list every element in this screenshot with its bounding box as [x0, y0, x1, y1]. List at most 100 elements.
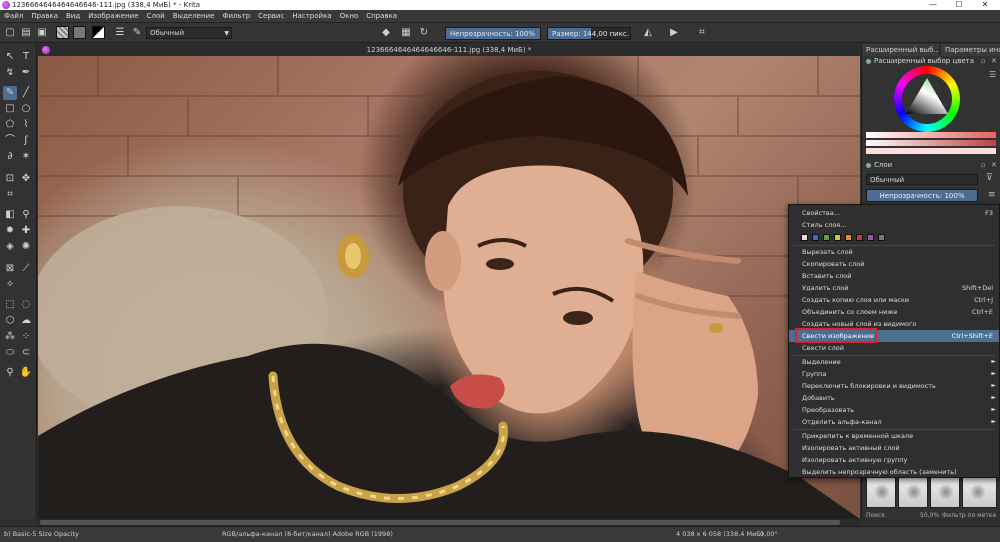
colorize-mask-tool-icon[interactable]: ✸ — [3, 224, 17, 238]
menu-item-duplicate-layer[interactable]: Создать копию слоя или маски Ctrl+J — [789, 294, 999, 306]
menu-item-isolate-active-layer[interactable]: Изолировать активный слой — [789, 442, 999, 454]
brush-preset-2[interactable] — [898, 476, 928, 508]
menu-item-pin-to-timeline[interactable]: Прикрепить к временной шкале — [789, 430, 999, 442]
similar-color-selection-tool-icon[interactable]: ⁘ — [19, 330, 33, 344]
menu-image[interactable]: Изображение — [84, 10, 142, 23]
menu-file[interactable]: Файл — [0, 10, 27, 23]
fill-tool-icon[interactable]: ◈ — [3, 240, 17, 254]
scrollbar-thumb[interactable] — [40, 520, 840, 525]
foreground-background-color-icon[interactable] — [92, 26, 105, 39]
text-tool-icon[interactable]: T — [19, 50, 33, 64]
color-label-swatch[interactable] — [878, 234, 885, 241]
menu-window[interactable]: Окно — [336, 10, 363, 23]
brush-preset-1[interactable] — [866, 476, 896, 508]
menu-item-group[interactable]: Группа ► — [789, 368, 999, 380]
layers-float-icon[interactable]: ▫ — [981, 160, 986, 171]
menu-item-delete-layer[interactable]: Удалить слой Shift+Del — [789, 282, 999, 294]
tab-tool-options[interactable]: Параметры инст... — [941, 44, 1000, 56]
menu-item-toggle-locks[interactable]: Переключить блокировки и видимость ► — [789, 380, 999, 392]
dynamic-brush-tool-icon[interactable]: ∂ — [3, 150, 17, 164]
menu-help[interactable]: Справка — [362, 10, 401, 23]
layers-opacity-slider[interactable]: Непрозрачность: 100% — [866, 189, 978, 202]
menu-item-flatten-layer[interactable]: Свести слой — [789, 342, 999, 354]
wrap-around-icon[interactable]: ⌗ — [696, 26, 708, 39]
freehand-brush-tool-icon[interactable]: ✎ — [3, 86, 17, 100]
color-label-swatch[interactable] — [823, 234, 830, 241]
line-tool-icon[interactable]: ╱ — [19, 86, 33, 100]
menu-item-split-alpha[interactable]: Отделить альфа-канал ► — [789, 416, 999, 428]
menu-layer[interactable]: Слой — [143, 10, 169, 23]
select-shapes-tool-icon[interactable]: ↖ — [3, 50, 17, 64]
crop-tool-icon[interactable]: ⌗ — [3, 188, 17, 202]
multibrush-tool-icon[interactable]: ✶ — [19, 150, 33, 164]
open-document-icon[interactable]: ▤ — [20, 26, 32, 39]
color-label-swatch[interactable] — [845, 234, 852, 241]
layers-close-icon[interactable]: ✕ — [991, 160, 997, 171]
color-label-swatch[interactable] — [834, 234, 841, 241]
ellipse-tool-icon[interactable]: ○ — [19, 102, 33, 116]
color-label-swatch[interactable] — [812, 234, 819, 241]
color-selector-settings-icon[interactable]: ☰ — [989, 70, 996, 79]
mirror-vertical-icon[interactable]: ▶ — [668, 26, 680, 39]
brush-presets-icon[interactable]: ☰ — [114, 26, 126, 39]
menu-filter[interactable]: Фильтр — [218, 10, 254, 23]
maximize-button[interactable]: ☐ — [946, 0, 972, 10]
color-picker-tool-icon[interactable]: ⚲ — [19, 208, 33, 222]
menu-item-properties[interactable]: Свойства... F3 — [789, 207, 999, 219]
transform-tool-icon[interactable]: ⊡ — [3, 172, 17, 186]
move-tool-icon[interactable]: ✥ — [19, 172, 33, 186]
menu-item-add[interactable]: Добавить ► — [789, 392, 999, 404]
freehand-selection-tool-icon[interactable]: ☁ — [19, 314, 33, 328]
menu-item-selection[interactable]: Выделение ► — [789, 356, 999, 368]
color-label-swatch[interactable] — [856, 234, 863, 241]
pattern-swatch[interactable] — [73, 26, 86, 39]
color-label-swatch[interactable] — [801, 234, 808, 241]
docker-close-icon[interactable]: ✕ — [991, 56, 997, 67]
freehand-path-tool-icon[interactable]: ʃ — [19, 134, 33, 148]
current-brush-preset[interactable]: b) Basic-5 Size Opacity — [4, 527, 79, 542]
pan-tool-icon[interactable]: ✋ — [19, 366, 33, 380]
polygon-tool-icon[interactable]: ⬠ — [3, 118, 17, 132]
smart-patch-tool-icon[interactable]: ✚ — [19, 224, 33, 238]
edit-shapes-tool-icon[interactable]: ↯ — [3, 66, 17, 80]
menu-select[interactable]: Выделение — [169, 10, 219, 23]
color-bar-value[interactable] — [866, 140, 996, 146]
tab-advanced-color-selector[interactable]: Расширенный выб... — [862, 44, 940, 56]
bezier-selection-tool-icon[interactable]: ⬭ — [3, 346, 17, 360]
opacity-slider[interactable]: Непрозрачность: 100% — [445, 27, 541, 40]
enclose-fill-tool-icon[interactable]: ✺ — [19, 240, 33, 254]
reload-preset-icon[interactable]: ↻ — [418, 26, 430, 39]
layer-filter-icon[interactable]: ⊽ — [986, 173, 993, 183]
mirror-horizontal-icon[interactable]: ◭ — [642, 26, 654, 39]
eraser-mode-icon[interactable]: ◆ — [380, 26, 392, 39]
menu-item-isolate-active-group[interactable]: Изолировать активную группу — [789, 454, 999, 466]
save-document-icon[interactable]: ▣ — [36, 26, 48, 39]
menu-item-merge-down[interactable]: Объединить со слоем ниже Ctrl+E — [789, 306, 999, 318]
rectangular-selection-tool-icon[interactable]: ⬚ — [3, 298, 17, 312]
menu-item-cut-layer[interactable]: Вырезать слой — [789, 246, 999, 258]
gradient-swatch[interactable] — [56, 26, 69, 39]
contiguous-selection-tool-icon[interactable]: ⁂ — [3, 330, 17, 344]
menu-item-copy-layer[interactable]: Скопировать слой — [789, 258, 999, 270]
rectangle-tool-icon[interactable]: □ — [3, 102, 17, 116]
minimize-button[interactable]: — — [920, 0, 946, 10]
image-canvas[interactable] — [38, 56, 860, 519]
layers-menu-icon[interactable]: ≡ — [988, 190, 996, 200]
menu-item-convert[interactable]: Преобразовать ► — [789, 404, 999, 416]
brush-settings-icon[interactable]: ✎ — [131, 26, 143, 39]
new-document-icon[interactable]: ▢ — [4, 26, 16, 39]
menu-item-paste-layer[interactable]: Вставить слой — [789, 270, 999, 282]
brush-preset-4[interactable] — [962, 476, 997, 508]
calligraphy-tool-icon[interactable]: ✒ — [19, 66, 33, 80]
blend-mode-select[interactable]: Обычный ▼ — [146, 27, 232, 39]
document-tab[interactable]: 1236664646464646646-111.jpg (338,4 МиБ) … — [38, 44, 860, 56]
reference-images-tool-icon[interactable]: ✧ — [3, 278, 17, 292]
zoom-tool-icon[interactable]: ⚲ — [3, 366, 17, 380]
close-button[interactable]: ✕ — [972, 0, 998, 10]
brush-search-input[interactable]: Поиск — [866, 512, 885, 519]
filter-by-tag-checkbox[interactable]: Фильтр по метке — [942, 512, 996, 519]
bezier-tool-icon[interactable]: ⌒ — [3, 134, 17, 148]
brush-size-slider[interactable]: Размер: 144,00 пикс. — [547, 27, 631, 40]
assistant-tool-icon[interactable]: ⊠ — [3, 262, 17, 276]
hsv-color-wheel[interactable] — [894, 66, 960, 132]
